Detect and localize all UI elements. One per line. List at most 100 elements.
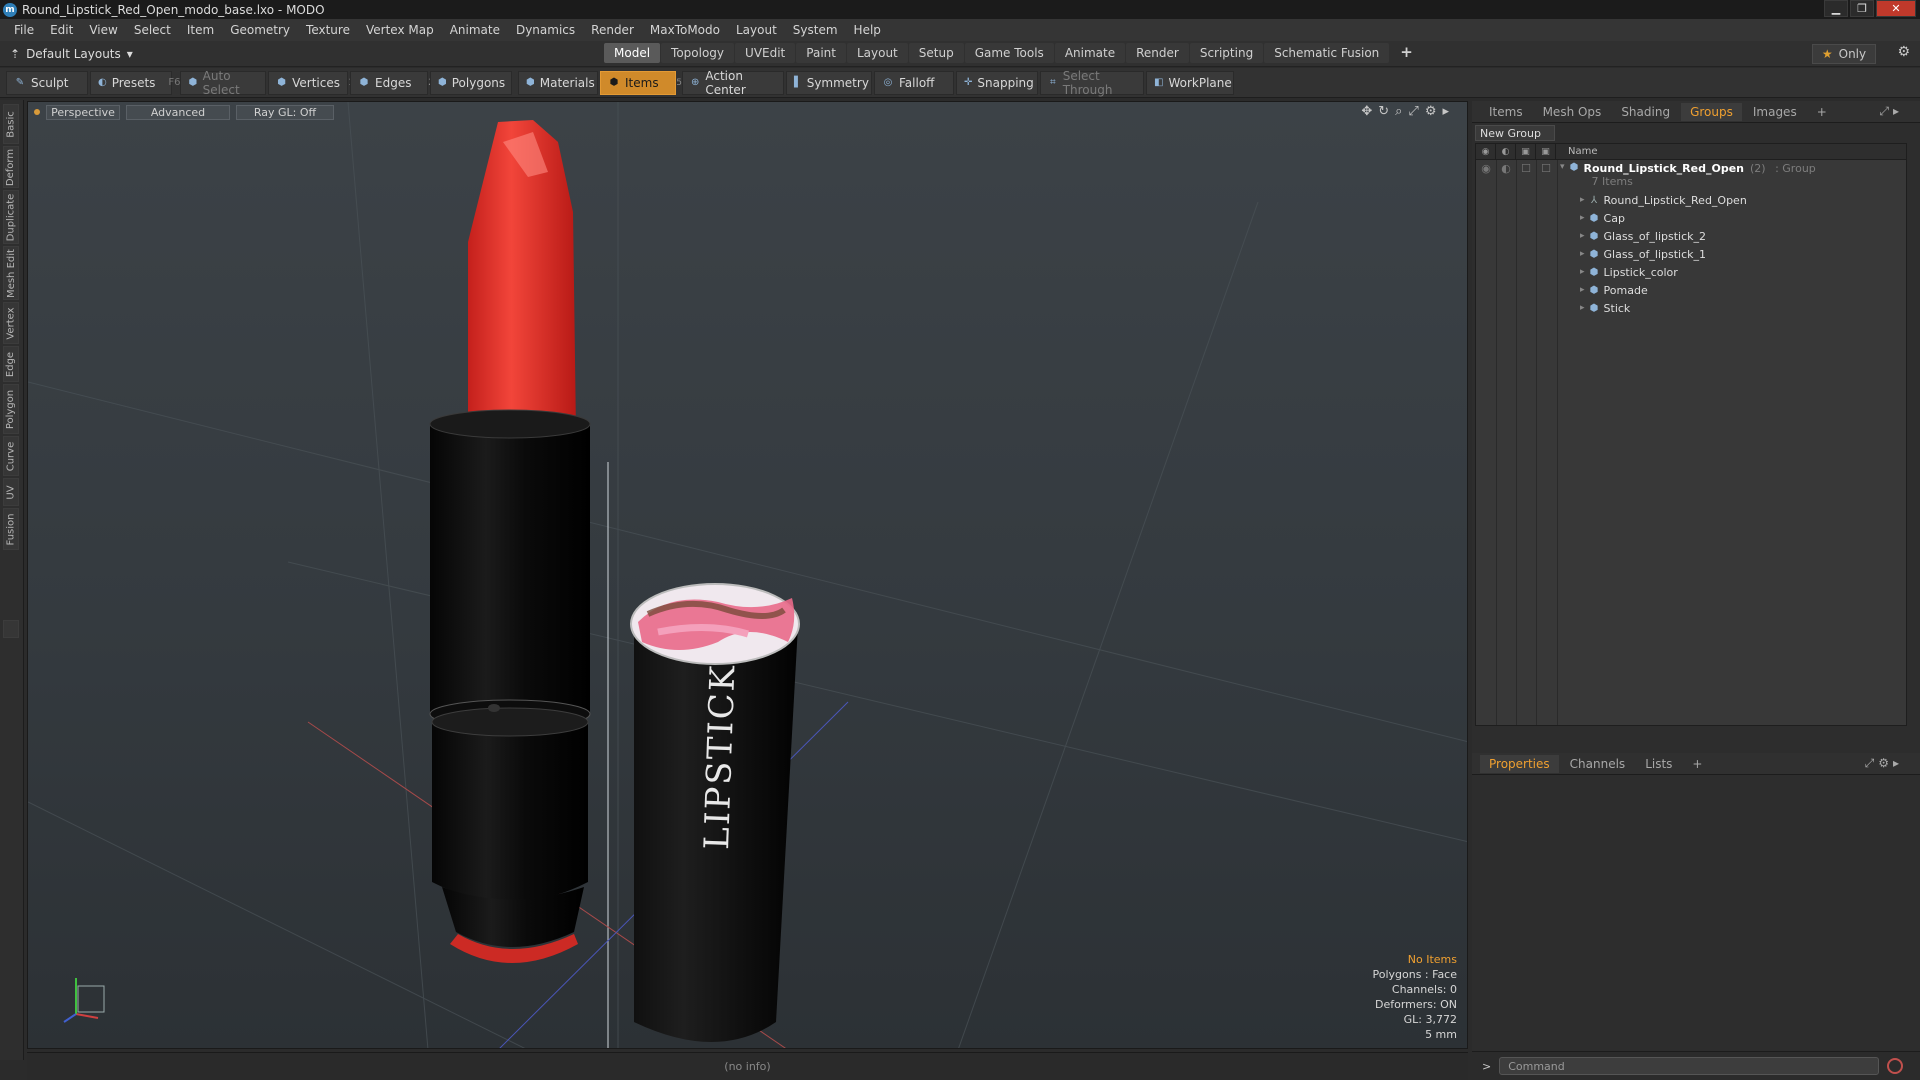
- add-tab-button[interactable]: +: [1808, 103, 1836, 121]
- polygons-button[interactable]: ⬢ Polygons: [430, 70, 512, 95]
- add-layout-tab-button[interactable]: +: [1390, 43, 1423, 63]
- menu-system[interactable]: System: [785, 23, 846, 37]
- sidebar-tab-edge[interactable]: Edge: [3, 346, 19, 382]
- layout-tab-setup[interactable]: Setup: [908, 43, 964, 63]
- select-through-button[interactable]: ⌗ Select Through: [1040, 69, 1144, 97]
- tab-lists[interactable]: Lists: [1636, 755, 1681, 773]
- tree-item[interactable]: ▸ ⬢ Stick: [1476, 299, 1906, 317]
- layout-tab-animate[interactable]: Animate: [1054, 43, 1126, 63]
- close-button[interactable]: ✕: [1876, 0, 1916, 17]
- layout-tab-layout[interactable]: Layout: [846, 43, 908, 63]
- layout-tab-scripting[interactable]: Scripting: [1189, 43, 1264, 63]
- viewport-settings-icon[interactable]: ⚙: [1425, 104, 1437, 119]
- sidebar-tab-fusion[interactable]: Fusion: [3, 508, 19, 550]
- tab-groups[interactable]: Groups: [1681, 102, 1742, 121]
- sidebar-tab-polygon[interactable]: Polygon: [3, 384, 19, 434]
- menu-texture[interactable]: Texture: [298, 23, 358, 37]
- tab-channels[interactable]: Channels: [1561, 755, 1635, 773]
- lock-toggle-icon[interactable]: ☐: [1516, 162, 1536, 175]
- layout-tab-topology[interactable]: Topology: [661, 43, 735, 63]
- falloff-button[interactable]: ◎ Falloff: [874, 70, 954, 95]
- viewport-3d[interactable]: LIPSTICK Perspective Advanced Ray GL: Of…: [27, 101, 1468, 1049]
- layout-tab-game-tools[interactable]: Game Tools: [964, 43, 1054, 63]
- group-row[interactable]: ◉ ◐ ☐ ☐ ▾ ⬢ Round_Lipstick_Red_Open (2) :…: [1476, 160, 1906, 188]
- workplane-button[interactable]: ◧ WorkPlane: [1146, 70, 1234, 95]
- panel-expand-icon[interactable]: ⤢▸: [1870, 102, 1912, 121]
- menu-geometry[interactable]: Geometry: [222, 23, 298, 37]
- sidebar-tab-duplicate[interactable]: Duplicate: [3, 190, 19, 244]
- tab-mesh-ops[interactable]: Mesh Ops: [1534, 103, 1611, 121]
- panel-expand-icon[interactable]: ⤢⚙▸: [1856, 754, 1912, 773]
- menu-dynamics[interactable]: Dynamics: [508, 23, 583, 37]
- tab-images[interactable]: Images: [1744, 103, 1806, 121]
- sidebar-tab-vertex[interactable]: Vertex: [3, 302, 19, 344]
- menu-render[interactable]: Render: [583, 23, 642, 37]
- sidebar-tab-uv[interactable]: UV: [3, 478, 19, 506]
- command-input[interactable]: Command: [1499, 1057, 1880, 1075]
- items-button[interactable]: ⬢ Items 5: [600, 70, 682, 95]
- collapse-icon[interactable]: ⇡: [10, 47, 20, 61]
- sidebar-tab-deform[interactable]: Deform: [3, 146, 19, 188]
- maximize-button[interactable]: ❐: [1850, 0, 1874, 17]
- select-toggle-icon[interactable]: ☐: [1536, 162, 1556, 175]
- vertices-button[interactable]: ⬢Vertices1: [268, 70, 354, 95]
- layout-tab-paint[interactable]: Paint: [796, 43, 846, 63]
- layout-tab-schematic-fusion[interactable]: Schematic Fusion: [1264, 43, 1390, 63]
- tree-item[interactable]: ▸ ⬢ Pomade: [1476, 281, 1906, 299]
- menu-item[interactable]: Item: [179, 23, 222, 37]
- rotate-icon[interactable]: ↻: [1378, 104, 1389, 119]
- sidebar-tab-basic[interactable]: Basic: [3, 104, 19, 144]
- only-button[interactable]: ★ Only: [1812, 44, 1876, 64]
- menu-layout[interactable]: Layout: [728, 23, 785, 37]
- eye-icon[interactable]: ◉: [1476, 162, 1496, 175]
- tree-item[interactable]: ▸ ⬢ Glass_of_lipstick_2: [1476, 227, 1906, 245]
- minimize-button[interactable]: ▁: [1824, 0, 1848, 17]
- presets-button[interactable]: ◐ Presets F6: [90, 70, 181, 95]
- view-mode-button[interactable]: Perspective: [46, 104, 120, 120]
- fit-icon[interactable]: ⤢: [1408, 104, 1418, 119]
- snapping-button[interactable]: ✛ Snapping: [956, 70, 1038, 95]
- select-column-icon[interactable]: ▣: [1536, 143, 1556, 160]
- shading-mode-button[interactable]: Advanced: [126, 104, 230, 120]
- visibility-column-icon[interactable]: ◉: [1476, 143, 1496, 160]
- lock-column-icon[interactable]: ▣: [1516, 143, 1536, 160]
- zoom-icon[interactable]: ⌕: [1395, 104, 1402, 119]
- menu-view[interactable]: View: [81, 23, 125, 37]
- layout-tab-model[interactable]: Model: [604, 43, 661, 63]
- menu-vertex-map[interactable]: Vertex Map: [358, 23, 442, 37]
- sidebar-tab-mesh-edit[interactable]: Mesh Edit: [3, 246, 19, 300]
- tree-item[interactable]: ▸ ⅄ Round_Lipstick_Red_Open: [1476, 191, 1906, 209]
- menu-maxtomodo[interactable]: MaxToModo: [642, 23, 728, 37]
- menu-animate[interactable]: Animate: [442, 23, 508, 37]
- materials-button[interactable]: ⬢ Materials: [518, 70, 598, 95]
- edges-button[interactable]: ⬢Edges2: [350, 70, 434, 95]
- raygl-button[interactable]: Ray GL: Off: [236, 104, 334, 120]
- auto-select-button[interactable]: ⬢ Auto Select: [180, 69, 266, 97]
- menu-select[interactable]: Select: [126, 23, 179, 37]
- viewport-expand-icon[interactable]: ▸: [1442, 104, 1449, 119]
- render-toggle-icon[interactable]: ◐: [1496, 162, 1516, 175]
- viewport-menu-icon[interactable]: [34, 109, 40, 115]
- layout-tab-render[interactable]: Render: [1126, 43, 1189, 63]
- sculpt-button[interactable]: ✎ Sculpt: [6, 70, 88, 95]
- tree-item[interactable]: ▸ ⬢ Glass_of_lipstick_1: [1476, 245, 1906, 263]
- tab-items[interactable]: Items: [1480, 103, 1532, 121]
- action-center-button[interactable]: ⊕ Action Center: [682, 69, 784, 97]
- menu-edit[interactable]: Edit: [42, 23, 81, 37]
- tree-item[interactable]: ▸ ⬢ Lipstick_color: [1476, 263, 1906, 281]
- sidebar-tab-curve[interactable]: Curve: [3, 436, 19, 476]
- symmetry-button[interactable]: ▌ Symmetry: [786, 70, 872, 95]
- render-column-icon[interactable]: ◐: [1496, 143, 1516, 160]
- tab-shading[interactable]: Shading: [1612, 103, 1679, 121]
- tree-item[interactable]: ▸ ⬢ Cap: [1476, 209, 1906, 227]
- record-icon[interactable]: [1887, 1058, 1904, 1074]
- new-group-button[interactable]: New Group: [1475, 125, 1555, 141]
- tab-properties[interactable]: Properties: [1480, 754, 1559, 773]
- menu-file[interactable]: File: [6, 23, 42, 37]
- sidebar-expand-button[interactable]: [3, 620, 19, 638]
- layout-tab-uvedit[interactable]: UVEdit: [735, 43, 796, 63]
- add-tab-button[interactable]: +: [1683, 755, 1711, 773]
- collapse-arrow-icon[interactable]: ▾: [1560, 162, 1565, 172]
- pan-icon[interactable]: ✥: [1361, 104, 1372, 119]
- gear-icon[interactable]: ⚙: [1897, 44, 1910, 60]
